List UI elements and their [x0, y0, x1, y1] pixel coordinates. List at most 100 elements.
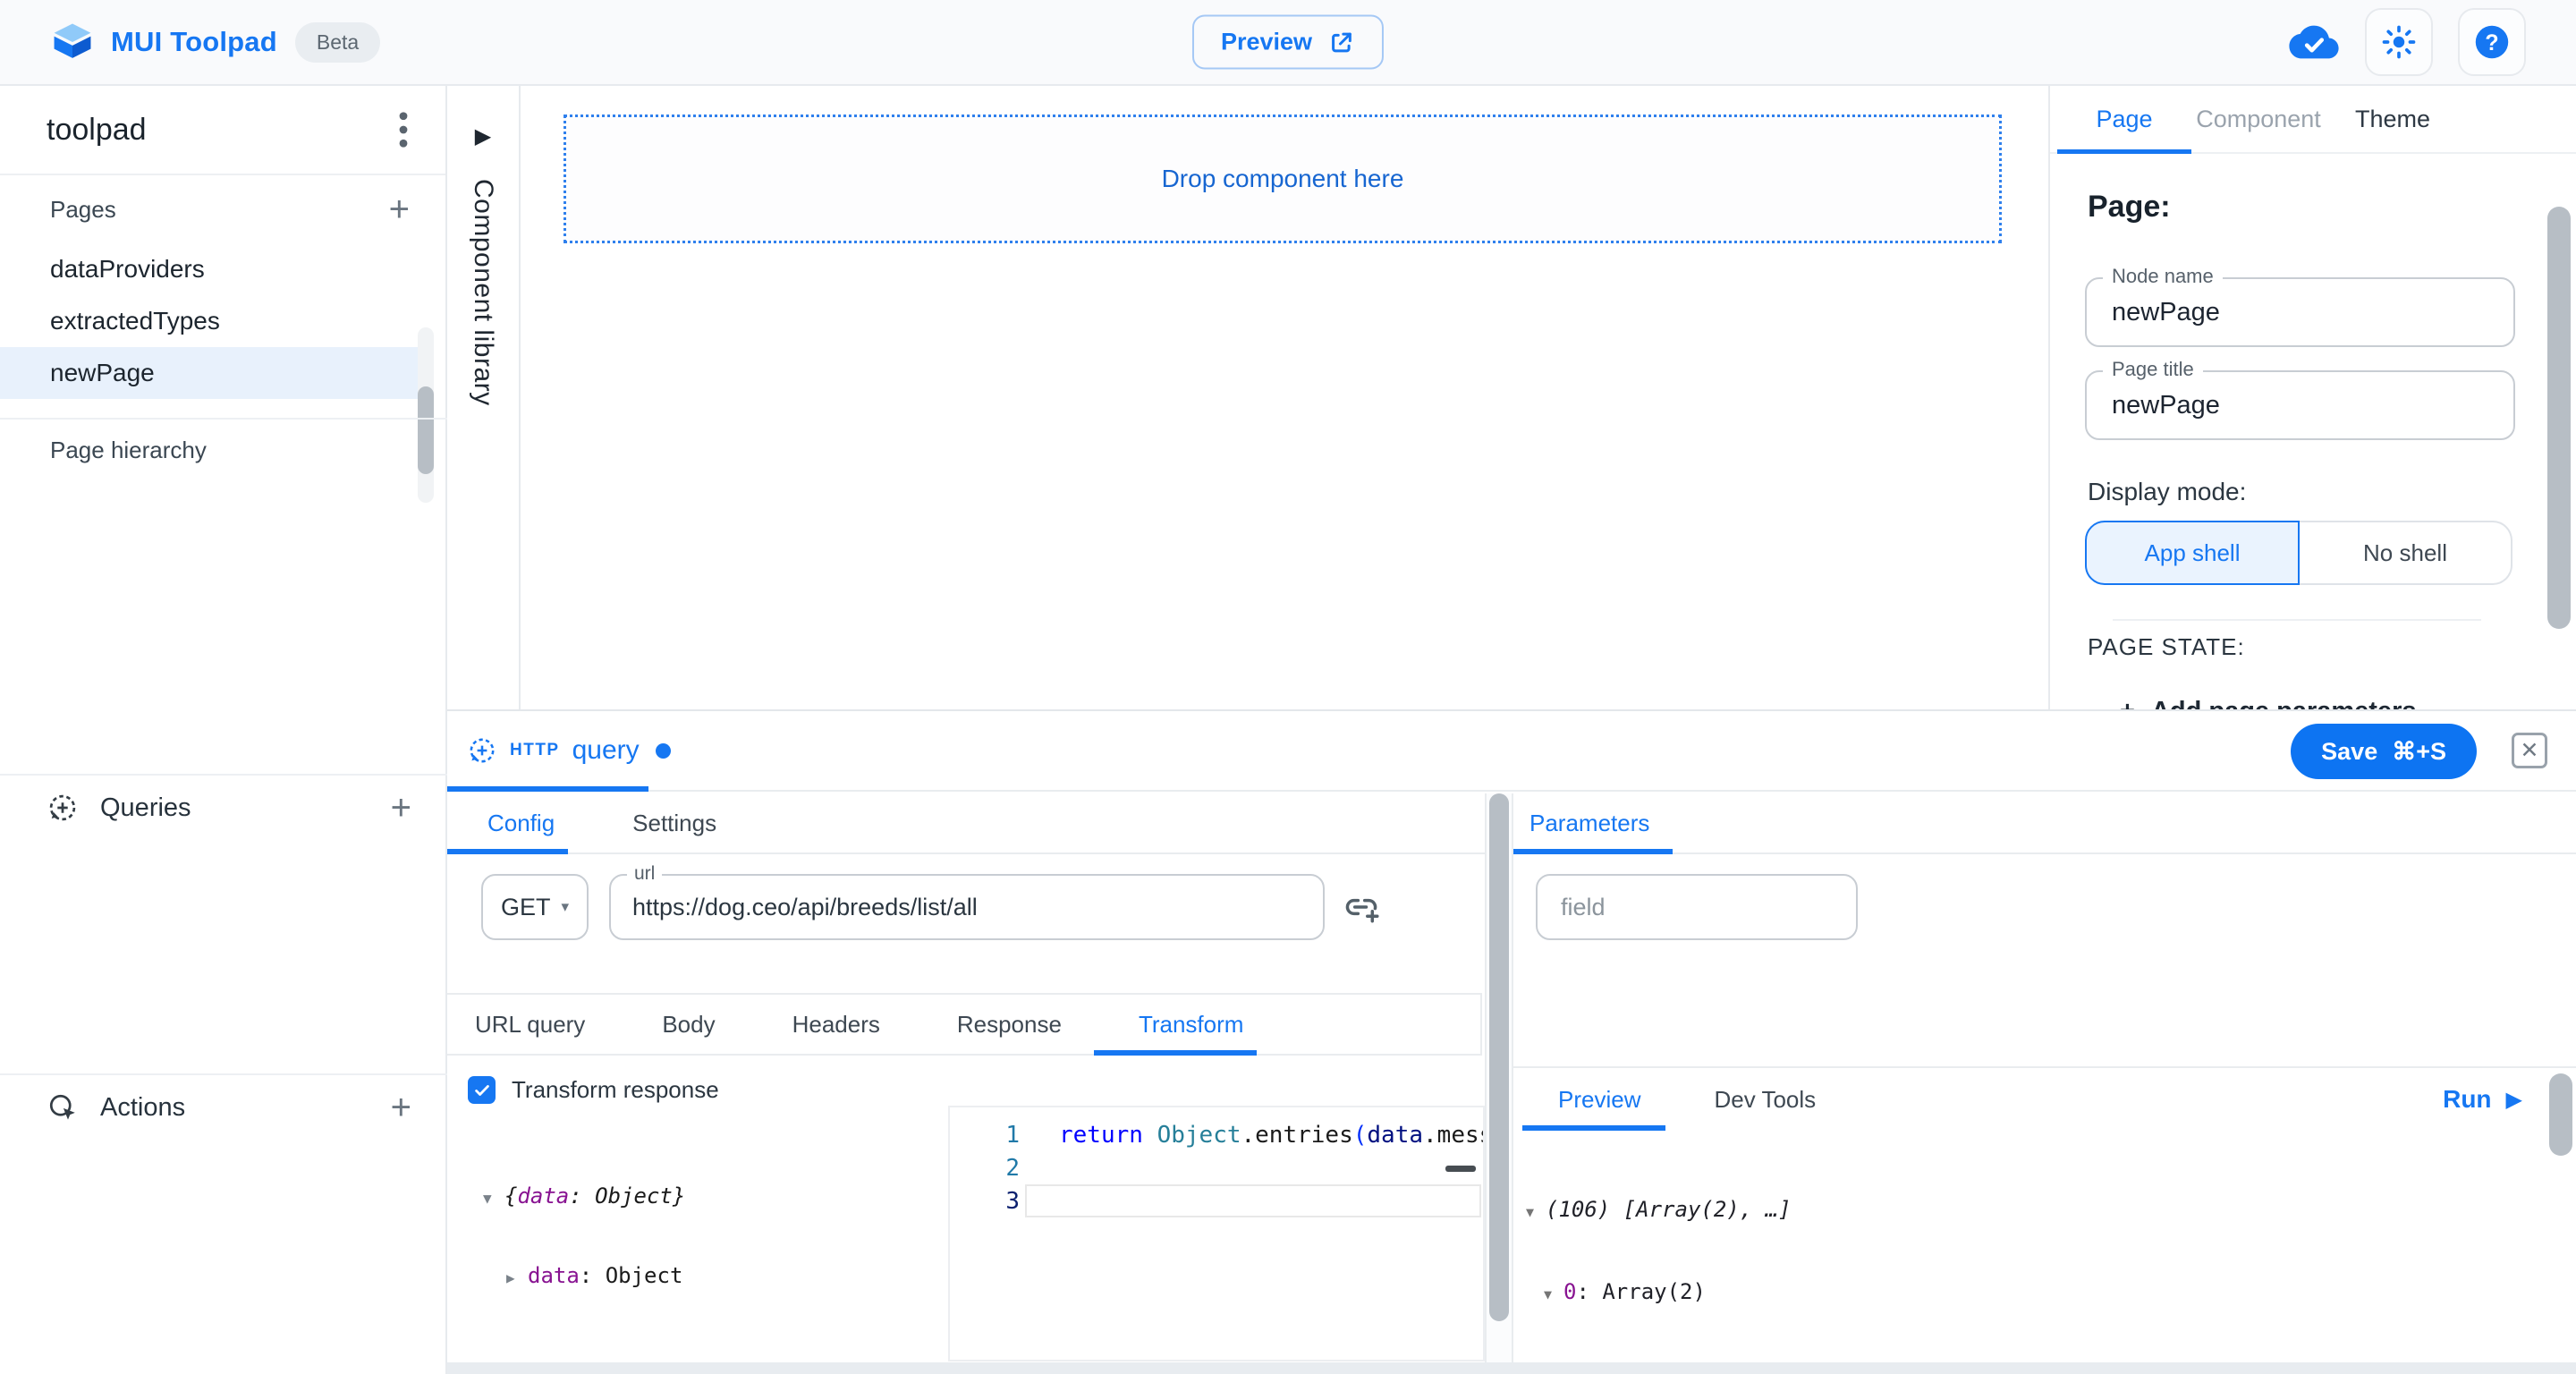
tab-settings[interactable]: Settings: [632, 810, 716, 837]
add-query-button[interactable]: +: [391, 790, 411, 826]
json-root-row[interactable]: ▼(106) [Array(2), …]: [1526, 1197, 2537, 1226]
tab-http-query[interactable]: HTTP query: [467, 711, 671, 790]
add-link-icon[interactable]: [1342, 887, 1381, 927]
save-button[interactable]: Save ⌘+S: [2291, 724, 2477, 779]
inspector-panel: Page Component Theme Page: Node name Pag…: [2048, 86, 2576, 711]
page-item-label: dataProviders: [50, 255, 205, 284]
display-mode-label: Display mode:: [2088, 478, 2246, 506]
pages-scrollbar-thumb[interactable]: [418, 386, 434, 474]
caret-right-icon[interactable]: ▶: [506, 1265, 528, 1291]
app-title: MUI Toolpad: [111, 26, 277, 58]
tab-component[interactable]: Component: [2191, 106, 2326, 133]
divider: [0, 418, 447, 420]
editor-line: 2: [950, 1151, 1483, 1184]
parameter-input[interactable]: [1538, 876, 1856, 938]
transform-response-checkbox[interactable]: [468, 1076, 496, 1104]
tree-row[interactable]: ▶data: Object: [483, 1263, 685, 1291]
line-number: 1: [950, 1122, 1020, 1149]
transform-response-label: Transform response: [512, 1076, 719, 1104]
help-button[interactable]: ?: [2458, 8, 2526, 76]
run-label: Run: [2443, 1085, 2491, 1114]
play-icon: ▶: [2506, 1087, 2522, 1113]
tab-headers[interactable]: Headers: [792, 1011, 880, 1039]
tab-url-query[interactable]: URL query: [475, 1011, 585, 1039]
tab-transform[interactable]: Transform: [1139, 1011, 1244, 1039]
sidebar-item-dataProviders[interactable]: dataProviders: [0, 243, 420, 295]
node-name-field: Node name: [2085, 277, 2515, 347]
inspector-scrollbar-thumb[interactable]: [2547, 207, 2571, 629]
caret-down-icon[interactable]: ▼: [1544, 1282, 1563, 1309]
add-action-button[interactable]: +: [391, 1090, 411, 1125]
caret-down-icon[interactable]: ▼: [483, 1185, 504, 1211]
sidebar-item-extractedTypes[interactable]: extractedTypes: [0, 295, 420, 347]
http-method-select[interactable]: GET ▾: [481, 874, 589, 940]
cloud-synced-icon: [2288, 21, 2340, 63]
unsaved-dot-icon: [656, 743, 671, 759]
editor-current-line-highlight: [1025, 1184, 1481, 1217]
bottom-strip: [447, 1362, 2576, 1374]
url-input[interactable]: [611, 876, 1323, 938]
close-icon: ✕: [2521, 737, 2539, 764]
code-line-1: return Object.entries(data.messag: [1020, 1122, 1485, 1149]
caret-down-icon[interactable]: ▼: [1526, 1200, 1546, 1226]
url-label: url: [627, 863, 662, 885]
sidebar-item-newPage[interactable]: newPage: [0, 347, 420, 399]
page-title-label: Page title: [2103, 358, 2203, 381]
drop-zone[interactable]: Drop component here: [564, 114, 2002, 243]
save-shortcut: ⌘+S: [2392, 738, 2446, 766]
sun-icon: [2379, 22, 2419, 62]
tab-preview[interactable]: Preview: [1558, 1086, 1640, 1114]
http-method-value: GET: [501, 894, 551, 921]
tab-response[interactable]: Response: [957, 1011, 1062, 1039]
page-canvas: Drop component here: [521, 86, 2048, 711]
http-protocol-chip: HTTP: [510, 741, 560, 760]
topbar-actions: ?: [2288, 8, 2576, 76]
pages-scrollbar[interactable]: [418, 327, 434, 503]
result-scrollbar-thumb[interactable]: [2549, 1073, 2572, 1156]
query-panel-scrollbar[interactable]: [1485, 793, 1513, 1374]
tab-theme[interactable]: Theme: [2326, 106, 2460, 133]
run-button[interactable]: Run ▶: [2443, 1085, 2522, 1114]
actions-section-header: Actions +: [0, 1075, 447, 1140]
theme-toggle-button[interactable]: [2365, 8, 2433, 76]
close-panel-button[interactable]: ✕: [2512, 733, 2547, 768]
page-title-field: Page title: [2085, 370, 2515, 440]
toggle-app-shell[interactable]: App shell: [2085, 521, 2300, 585]
kebab-menu-icon[interactable]: [397, 110, 410, 149]
query-icon: [467, 735, 497, 766]
query-panel-scrollbar-thumb[interactable]: [1489, 793, 1509, 1321]
preview-button[interactable]: Preview: [1192, 15, 1384, 70]
page-title-input[interactable]: [2087, 372, 2513, 438]
json-row[interactable]: ▼0: Array(2): [1526, 1279, 2537, 1309]
component-library-label[interactable]: Component library: [468, 179, 498, 406]
component-library-strip: ▶ Component library: [447, 86, 521, 711]
add-page-button[interactable]: +: [389, 191, 410, 227]
open-in-new-icon: [1328, 29, 1355, 55]
query-config-section: Config Settings GET ▾ url: [447, 793, 1485, 1374]
preview-button-label: Preview: [1221, 29, 1312, 56]
page-hierarchy-item[interactable]: Page hierarchy: [50, 437, 207, 464]
editor-cursor-marker: [1445, 1166, 1476, 1172]
toggle-no-shell[interactable]: No shell: [2300, 521, 2512, 585]
query-icon: [47, 792, 79, 824]
pages-label: Pages: [50, 196, 116, 224]
tab-body[interactable]: Body: [662, 1011, 715, 1039]
display-mode-toggle: App shell No shell: [2085, 521, 2512, 585]
tree-row[interactable]: ▼{data: Object}: [483, 1183, 685, 1211]
transform-code-editor[interactable]: 1 return Object.entries(data.messag 2 3: [948, 1106, 1485, 1361]
tab-parameters[interactable]: Parameters: [1530, 810, 1649, 837]
tab-page[interactable]: Page: [2057, 106, 2191, 133]
result-json-tree[interactable]: ▼(106) [Array(2), …] ▼0: Array(2) 0: "af…: [1526, 1144, 2537, 1360]
beta-badge: Beta: [295, 22, 380, 63]
tab-config[interactable]: Config: [487, 810, 555, 837]
tab-dev-tools[interactable]: Dev Tools: [1714, 1086, 1816, 1114]
question-mark-icon: ?: [2471, 21, 2512, 63]
inspector-tabs: Page Component Theme: [2050, 86, 2576, 154]
query-panel-body: Config Settings GET ▾ url: [447, 793, 2576, 1374]
expand-arrow-icon[interactable]: ▶: [475, 123, 491, 149]
drop-zone-label: Drop component here: [1162, 165, 1404, 193]
node-name-label: Node name: [2103, 265, 2223, 288]
query-panel-header: HTTP query Save ⌘+S ✕: [447, 711, 2576, 792]
node-name-input[interactable]: [2087, 279, 2513, 345]
save-label: Save: [2321, 738, 2377, 766]
